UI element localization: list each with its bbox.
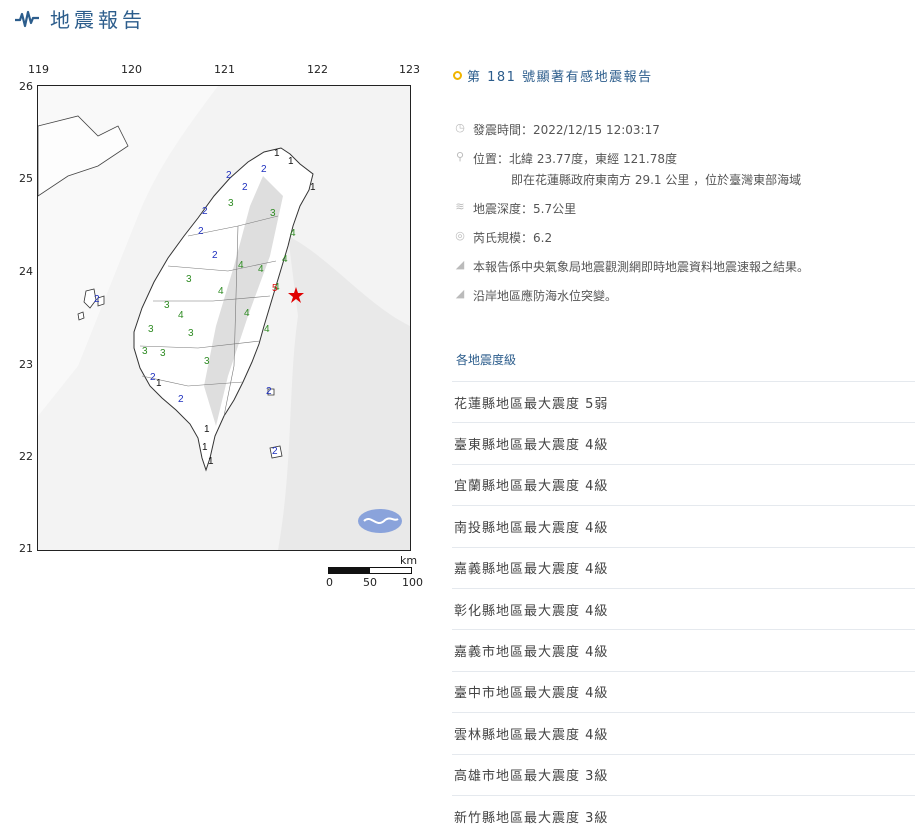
scale-unit: km (400, 554, 418, 567)
note-source-text: 本報告係中央氣象局地震觀測網即時地震資料地震速報之結果。 (473, 260, 810, 274)
list-item: 嘉義市地區最大震度 4級 (452, 629, 915, 670)
intensity-list: 花蓮縣地區最大震度 5弱 臺東縣地區最大震度 4級 宜蘭縣地區最大震度 4級 南… (452, 381, 915, 836)
intensity-label-5: 5 (272, 283, 278, 294)
svg-text:4: 4 (290, 228, 296, 239)
earthquake-map: 119 120 121 122 123 26 25 24 23 22 21 1 … (0, 60, 430, 600)
taiwan-relief-map: 1 1 1 2 2 2 2 2 2 2 2 2 2 2 3 3 3 3 3 3 (38, 86, 410, 550)
status-dot-icon (453, 71, 462, 80)
report-title-row: 第 181 號顯著有感地震報告 (453, 66, 653, 85)
svg-text:3: 3 (160, 348, 166, 359)
svg-text:2: 2 (242, 182, 248, 193)
longitude-label: 120 (121, 63, 142, 76)
scale-label: 50 (363, 576, 377, 589)
svg-text:4: 4 (282, 254, 288, 265)
info-depth: ≋ 地震深度：5.7公里 (453, 200, 576, 217)
report-title: 第 181 號顯著有感地震報告 (467, 70, 653, 85)
depth-icon: ≋ (455, 200, 465, 213)
info-magnitude: ◎ 芮氏規模：6.2 (453, 229, 552, 246)
scale-label: 0 (326, 576, 333, 589)
svg-text:2: 2 (261, 164, 267, 175)
scale-label: 100 (402, 576, 423, 589)
list-item: 宜蘭縣地區最大震度 4級 (452, 463, 915, 505)
time-text: 發震時間：2022/12/15 12:03:17 (473, 123, 660, 137)
latitude-label: 24 (19, 265, 33, 278)
announce-icon: ◢ (455, 258, 465, 271)
list-item: 彰化縣地區最大震度 4級 (452, 587, 915, 629)
note-tsunami-text: 沿岸地區應防海水位突變。 (473, 289, 618, 303)
svg-text:1: 1 (208, 456, 214, 467)
longitude-label: 122 (307, 63, 328, 76)
magnitude-text: 芮氏規模：6.2 (473, 231, 553, 245)
list-item: 臺東縣地區最大震度 4級 (452, 422, 915, 463)
svg-text:2: 2 (226, 170, 232, 181)
svg-text:2: 2 (202, 206, 208, 217)
info-note-tsunami: ◢ 沿岸地區應防海水位突變。 (453, 287, 617, 304)
info-note-source: ◢ 本報告係中央氣象局地震觀測網即時地震資料地震速報之結果。 (453, 258, 809, 275)
svg-text:3: 3 (164, 300, 170, 311)
list-item: 臺中市地區最大震度 4級 (452, 670, 915, 712)
latitude-label: 23 (19, 358, 33, 371)
svg-text:2: 2 (94, 294, 100, 305)
magnitude-icon: ◎ (455, 229, 465, 242)
svg-text:4: 4 (218, 286, 224, 297)
svg-text:1: 1 (288, 156, 294, 167)
svg-text:3: 3 (204, 356, 210, 367)
list-item: 新竹縣地區最大震度 3級 (452, 794, 915, 836)
location-detail: 即在花蓮縣政府東南方 29.1 公里 ，位於臺灣東部海域 (511, 173, 802, 187)
svg-text:4: 4 (264, 324, 270, 335)
svg-text:2: 2 (178, 394, 184, 405)
svg-text:2: 2 (212, 250, 218, 261)
longitude-label: 123 (399, 63, 420, 76)
map-canvas: 1 1 1 2 2 2 2 2 2 2 2 2 2 2 3 3 3 3 3 3 (37, 85, 411, 551)
svg-text:3: 3 (142, 346, 148, 357)
svg-text:1: 1 (202, 442, 208, 453)
seismograph-icon (15, 10, 39, 27)
latitude-label: 22 (19, 450, 33, 463)
list-item: 嘉義縣地區最大震度 4級 (452, 546, 915, 588)
svg-text:2: 2 (266, 386, 272, 397)
location-text: 位置：北緯 23.77度，東經 121.78度 (473, 152, 677, 166)
latitude-label: 21 (19, 542, 33, 555)
svg-text:4: 4 (258, 264, 264, 275)
list-item: 花蓮縣地區最大震度 5弱 (452, 381, 915, 422)
page-header: 地震報告 (14, 4, 146, 33)
svg-text:1: 1 (156, 378, 162, 389)
svg-text:1: 1 (204, 424, 210, 435)
svg-text:3: 3 (148, 324, 154, 335)
cwb-logo-icon (358, 509, 402, 533)
clock-icon: ◷ (455, 121, 465, 134)
info-location: ⚲ 位置：北緯 23.77度，東經 121.78度 即在花蓮縣政府東南方 29.… (453, 150, 801, 188)
svg-text:3: 3 (228, 198, 234, 209)
depth-text: 地震深度：5.7公里 (473, 202, 577, 216)
svg-text:1: 1 (310, 182, 316, 193)
intensity-label: 1 (274, 148, 280, 159)
svg-text:3: 3 (186, 274, 192, 285)
svg-text:2: 2 (198, 226, 204, 237)
info-time: ◷ 發震時間：2022/12/15 12:03:17 (453, 121, 660, 138)
svg-text:3: 3 (188, 328, 194, 339)
svg-text:4: 4 (238, 260, 244, 271)
longitude-label: 119 (28, 63, 49, 76)
list-item: 南投縣地區最大震度 4級 (452, 505, 915, 546)
svg-text:3: 3 (270, 208, 276, 219)
page-title: 地震報告 (50, 8, 146, 32)
longitude-label: 121 (214, 63, 235, 76)
svg-text:4: 4 (178, 310, 184, 321)
latitude-label: 25 (19, 172, 33, 185)
intensity-section-title: 各地震度級 (456, 353, 517, 367)
announce-icon: ◢ (455, 287, 465, 300)
svg-text:4: 4 (244, 308, 250, 319)
list-item: 高雄市地區最大震度 3級 (452, 753, 915, 795)
svg-text:2: 2 (272, 446, 278, 457)
location-pin-icon: ⚲ (455, 150, 465, 163)
list-item: 雲林縣地區最大震度 4級 (452, 712, 915, 753)
latitude-label: 26 (19, 80, 33, 93)
